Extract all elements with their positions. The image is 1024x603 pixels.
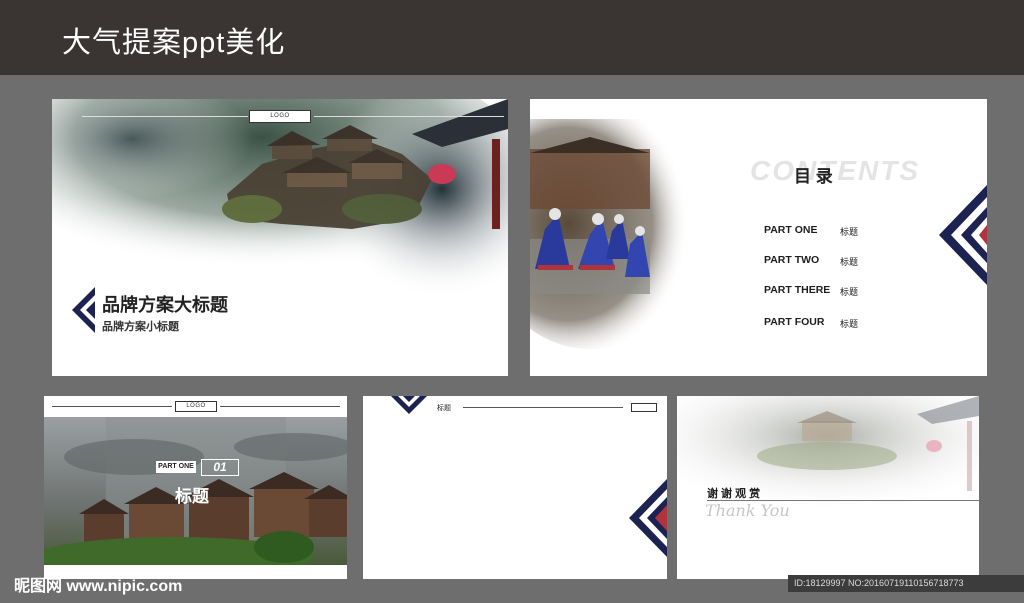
slide-content-blank[interactable]: 标题 xyxy=(363,396,667,579)
diamond-pattern-icon xyxy=(629,479,667,557)
logo-placeholder: LOGO xyxy=(249,110,311,123)
header-line-right xyxy=(220,406,340,407)
toc-label-1: 标题 xyxy=(840,227,859,237)
thanks-english: Thank You xyxy=(705,501,790,520)
site-watermark: 昵图网 www.nipic.com xyxy=(14,578,183,595)
part-number-box: 01 xyxy=(201,459,239,476)
header-line-left xyxy=(52,406,172,407)
diamond-pattern-icon xyxy=(939,185,987,285)
thanks-chinese: 谢 谢 观 赏 xyxy=(707,488,761,500)
id-watermark: ID:18129997 NO:20160719110156718773 xyxy=(788,575,1024,592)
toc-label-2: 标题 xyxy=(840,257,859,267)
logo-placeholder: LOGO xyxy=(175,401,217,412)
slide-thank-you[interactable]: 谢 谢 观 赏 Thank You xyxy=(677,396,979,579)
cover-title: 品牌方案大标题 xyxy=(102,295,228,315)
toc-label-3: 标题 xyxy=(840,287,859,297)
logo-placeholder-small xyxy=(631,403,657,412)
content-header-label: 标题 xyxy=(437,405,451,412)
header-line xyxy=(463,407,623,408)
slide-part-one[interactable]: LOGO PART ONE 01 标题 xyxy=(44,396,347,579)
part-label-box: PART ONE xyxy=(156,461,196,473)
dancers-ink-photo xyxy=(530,119,690,349)
ink-landscape-illustration xyxy=(52,99,508,376)
toc-part-4[interactable]: PART FOUR xyxy=(764,316,824,328)
top-banner: 大气提案ppt美化 xyxy=(0,0,1024,75)
banner-title: 大气提案ppt美化 xyxy=(62,27,286,59)
contents-background-word: CONTENTS xyxy=(750,155,920,186)
slide-contents[interactable]: CONTENTS 目 录 PART ONE 标题 PART TWO 标题 PAR… xyxy=(530,99,987,376)
part-title: 标题 xyxy=(175,487,209,506)
toc-label-4: 标题 xyxy=(840,319,859,329)
toc-part-1[interactable]: PART ONE xyxy=(764,224,817,236)
toc-part-2[interactable]: PART TWO xyxy=(764,254,819,266)
diamond-pattern-icon xyxy=(72,287,95,333)
toc-part-3[interactable]: PART THERE xyxy=(764,284,830,296)
cover-subtitle: 品牌方案小标题 xyxy=(102,321,179,333)
slide-cover[interactable]: LOGO 品牌方案大标题 品牌方案小标题 xyxy=(52,99,508,376)
corner-pattern-icon xyxy=(391,396,427,414)
contents-heading: 目 录 xyxy=(794,167,833,186)
